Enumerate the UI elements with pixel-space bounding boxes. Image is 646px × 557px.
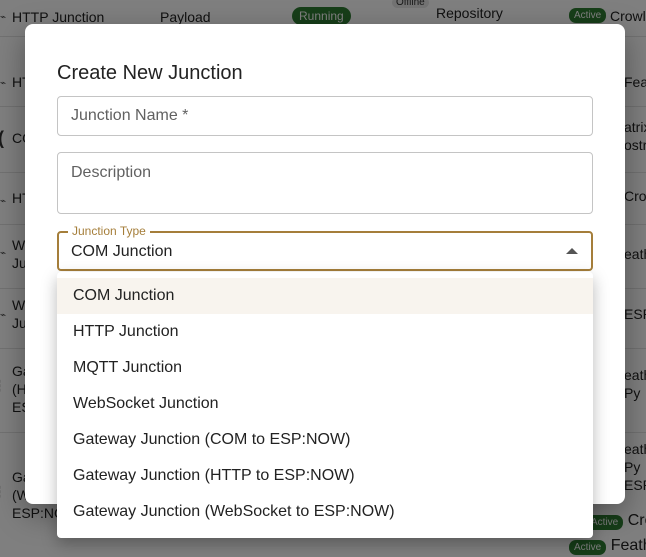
option-websocket-junction[interactable]: WebSocket Junction xyxy=(57,386,593,422)
option-mqtt-junction[interactable]: MQTT Junction xyxy=(57,350,593,386)
junction-type-select[interactable]: Junction Type COM Junction xyxy=(57,224,593,271)
option-http-junction[interactable]: HTTP Junction xyxy=(57,314,593,350)
option-gateway-http-espnow[interactable]: Gateway Junction (HTTP to ESP:NOW) xyxy=(57,458,593,494)
description-field[interactable]: Description xyxy=(57,152,593,214)
option-com-junction[interactable]: COM Junction xyxy=(57,278,593,314)
junction-type-dropdown: COM Junction HTTP Junction MQTT Junction… xyxy=(57,272,593,538)
junction-type-value: COM Junction xyxy=(71,243,173,260)
junction-type-label: Junction Type xyxy=(68,224,150,238)
option-gateway-com-espnow[interactable]: Gateway Junction (COM to ESP:NOW) xyxy=(57,422,593,458)
junction-name-placeholder: Junction Name * xyxy=(71,107,189,124)
caret-up-icon[interactable] xyxy=(566,248,578,254)
option-gateway-websocket-espnow[interactable]: Gateway Junction (WebSocket to ESP:NOW) xyxy=(57,494,593,530)
dialog-title: Create New Junction xyxy=(57,62,243,84)
description-placeholder: Description xyxy=(71,164,152,181)
junction-name-field[interactable]: Junction Name * xyxy=(57,96,593,136)
